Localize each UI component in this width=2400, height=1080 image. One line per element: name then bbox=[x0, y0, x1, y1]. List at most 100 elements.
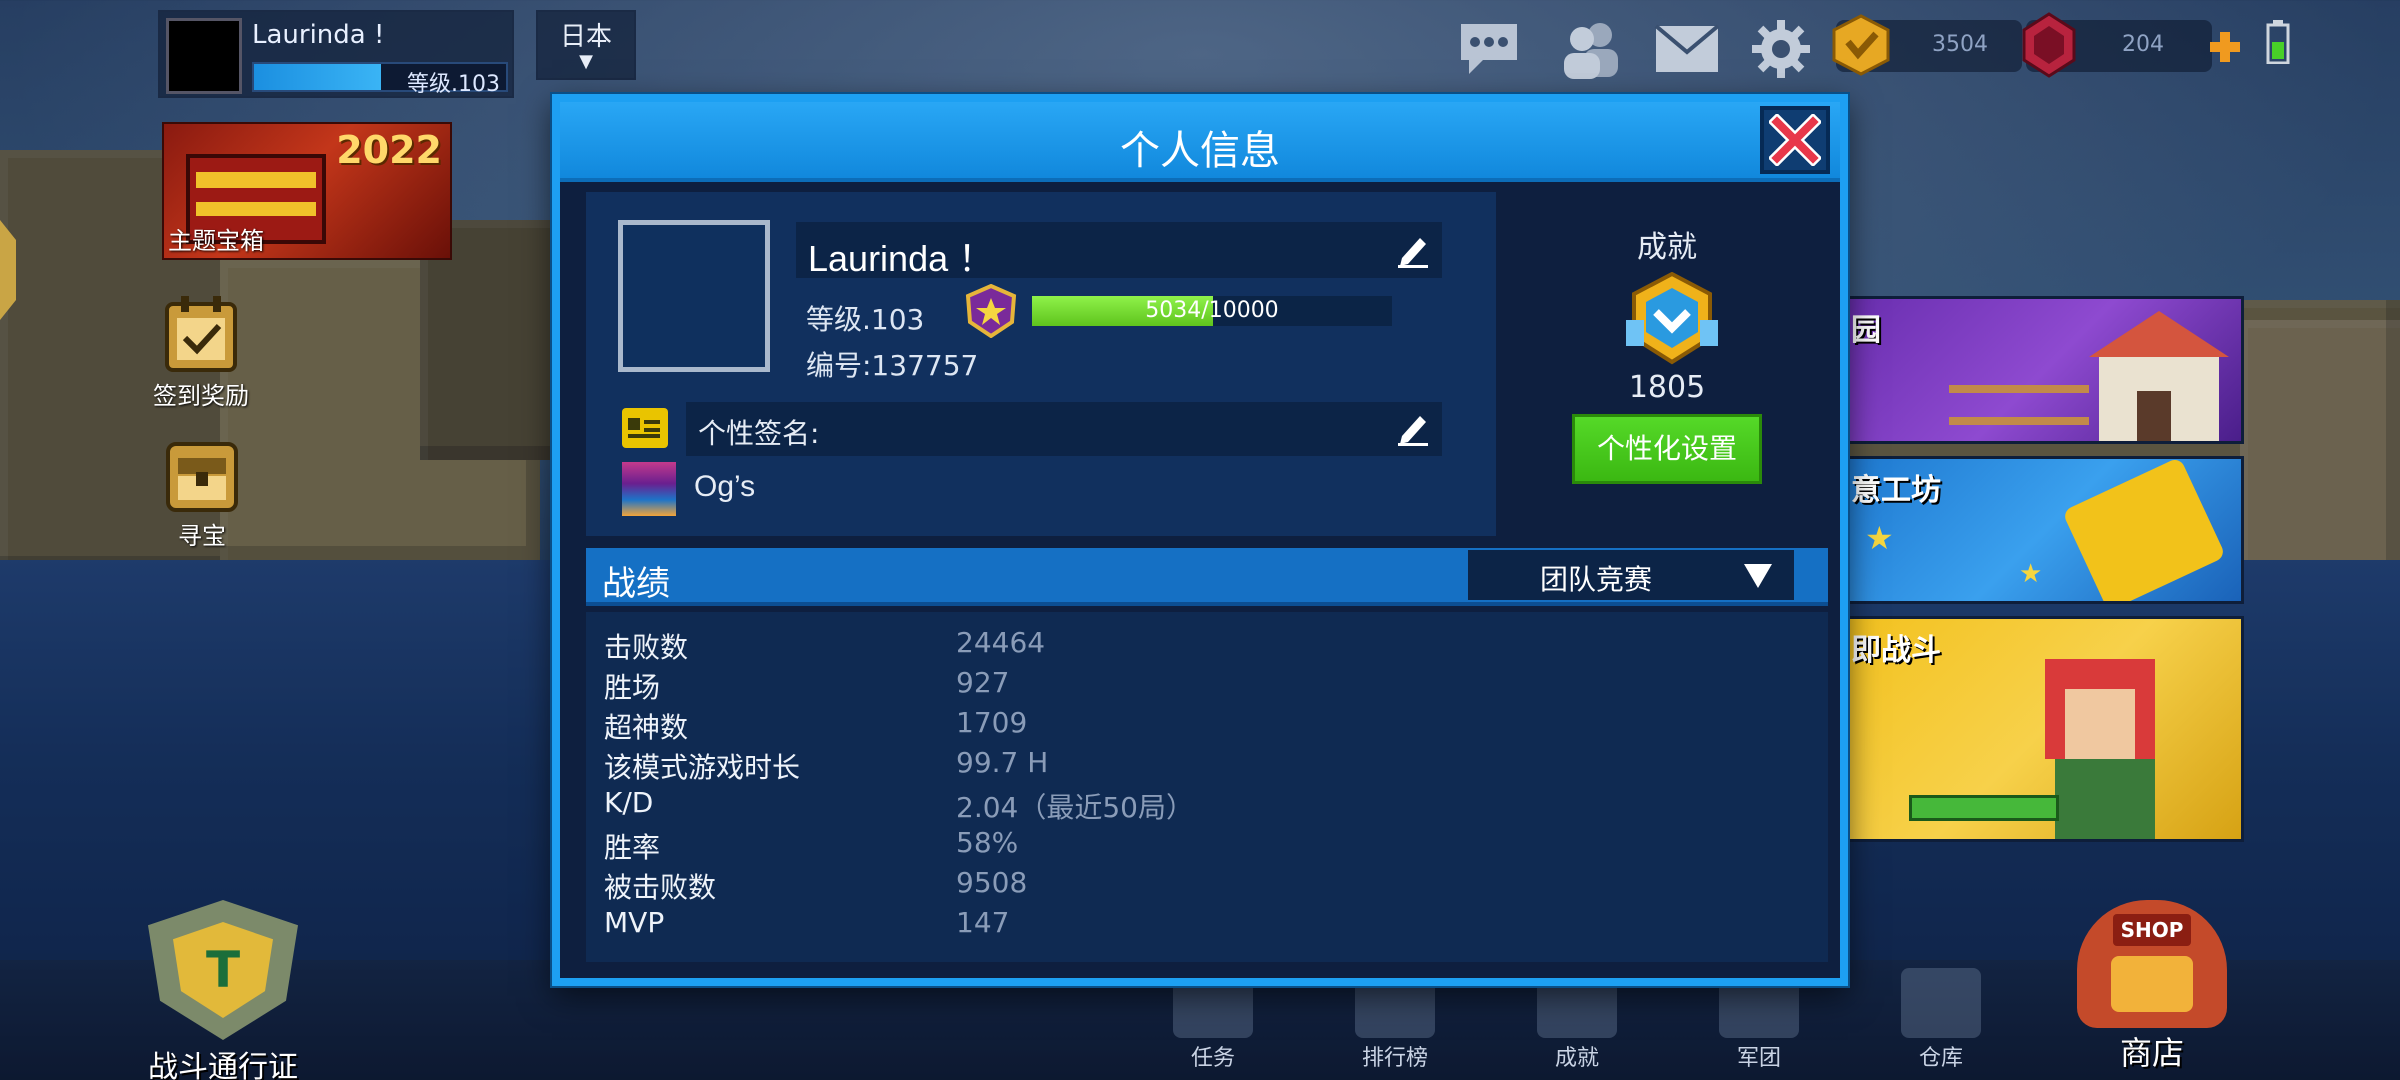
stat-row: 该模式游戏时长 99.7 H bbox=[604, 742, 1804, 784]
modal-title: 个人信息 bbox=[1120, 128, 1280, 174]
calendar-check-icon bbox=[161, 294, 241, 376]
player-name: Laurinda ! bbox=[252, 20, 385, 50]
chat-icon[interactable] bbox=[1454, 14, 1524, 84]
battle-pass-button[interactable]: T 战斗通行证 bbox=[138, 900, 308, 1080]
stats-title: 战绩 bbox=[602, 564, 670, 604]
shop-label: 商店 bbox=[2119, 1034, 2184, 1072]
stat-row: 胜率 58% bbox=[604, 822, 1804, 864]
stat-label: 胜场 bbox=[604, 671, 661, 704]
stat-value: 58% bbox=[956, 826, 1019, 859]
nav-missions-label: 任务 bbox=[1190, 1046, 1235, 1071]
profile-level: 等级.103 bbox=[806, 303, 925, 336]
shop-tag: SHOP bbox=[2113, 914, 2191, 946]
stat-label: 胜率 bbox=[604, 831, 661, 864]
nav-achievements-label: 成就 bbox=[1554, 1046, 1599, 1071]
level-progress-fill bbox=[254, 64, 381, 90]
stat-row: 击败数 24464 bbox=[604, 622, 1804, 664]
region-label: 日本 bbox=[559, 22, 612, 52]
modal-header: 个人信息 bbox=[560, 102, 1840, 182]
stats-table: 击败数 24464 胜场 927 超神数 1709 该模式游戏时长 99.7 H… bbox=[586, 612, 1828, 962]
xp-progress-bar: 5034/10000 bbox=[1032, 296, 1392, 326]
nav-legion-label: 军团 bbox=[1736, 1046, 1781, 1071]
dropdown-triangle-icon bbox=[1742, 560, 1774, 590]
mode-card-workshop[interactable]: ★ ★ 意工坊 bbox=[1846, 456, 2244, 604]
fence-illustration bbox=[1949, 385, 2089, 425]
mode-card-home[interactable]: 园 bbox=[1846, 296, 2244, 444]
profile-avatar[interactable] bbox=[618, 220, 770, 372]
nav-warehouse-label: 仓库 bbox=[1918, 1046, 1963, 1071]
edit-signature-pencil-icon[interactable] bbox=[1396, 410, 1430, 446]
personal-info-modal: 个人信息 Laurinda ！ 等级.103 5034/10000 编号:137… bbox=[552, 94, 1848, 986]
stats-header: 战绩 团队竞赛 bbox=[586, 548, 1828, 606]
stat-value: 927 bbox=[956, 666, 1010, 699]
coin-icon bbox=[1830, 14, 1892, 76]
stat-row: K/D 2.04（最近50局） bbox=[604, 782, 1804, 824]
mode-card-quick-battle-title: 即战斗 bbox=[1851, 633, 1941, 668]
clan-emblem-icon bbox=[622, 462, 676, 516]
achievement-medal-icon bbox=[1624, 271, 1720, 368]
achievement-title: 成就 bbox=[1637, 230, 1697, 265]
close-icon bbox=[1769, 114, 1821, 166]
mail-icon[interactable] bbox=[1652, 14, 1722, 84]
gem-amount: 204 bbox=[2122, 32, 2164, 57]
stat-label: 被击败数 bbox=[604, 871, 717, 904]
player-profile-chip[interactable]: Laurinda ! 等级.103 bbox=[158, 10, 514, 98]
treasure-hunt-label: 寻宝 bbox=[178, 522, 226, 550]
star-icon: ★ bbox=[1865, 519, 1894, 557]
theme-chest-button[interactable]: 2022 主题宝箱 bbox=[162, 122, 452, 260]
stat-row: 胜场 927 bbox=[604, 662, 1804, 704]
game-mode-selected: 团队竞赛 bbox=[1539, 563, 1652, 596]
level-progress-bar: 等级.103 bbox=[252, 62, 508, 97]
weapon-illustration bbox=[1909, 795, 2059, 821]
close-button[interactable] bbox=[1760, 106, 1830, 174]
name-field: Laurinda ！ bbox=[796, 222, 1442, 279]
nav-leaderboard-label: 排行榜 bbox=[1361, 1046, 1428, 1071]
stat-value: 2.04（最近50局） bbox=[956, 791, 1194, 824]
battle-pass-shield-icon: T bbox=[148, 900, 298, 1040]
checkin-reward-button[interactable]: 签到奖励 bbox=[144, 294, 258, 411]
shop-icon: SHOP bbox=[2077, 900, 2227, 1028]
settings-gear-icon[interactable] bbox=[1746, 14, 1816, 84]
shop-button[interactable]: SHOP 商店 bbox=[2068, 900, 2236, 1074]
friends-icon[interactable] bbox=[1556, 14, 1626, 84]
coin-counter: 3504 bbox=[1832, 14, 2022, 76]
clan-name: Og’s bbox=[694, 470, 756, 503]
stat-value: 9508 bbox=[956, 866, 1028, 899]
player-id: 编号:137757 bbox=[806, 349, 979, 382]
stat-label: 击败数 bbox=[604, 631, 689, 664]
stat-value: 1709 bbox=[956, 706, 1028, 739]
mode-card-workshop-title: 意工坊 bbox=[1851, 473, 1941, 508]
player-info-panel: Laurinda ！ 等级.103 5034/10000 编号:137757 个… bbox=[586, 192, 1496, 536]
stat-value: 99.7 H bbox=[956, 746, 1049, 779]
profile-name: Laurinda ！ bbox=[808, 238, 995, 279]
stat-label: MVP bbox=[604, 906, 665, 939]
warehouse-house-icon bbox=[1901, 968, 1981, 1038]
treasure-chest-icon bbox=[162, 436, 242, 516]
edit-name-pencil-icon[interactable] bbox=[1396, 232, 1430, 268]
nav-warehouse[interactable]: 仓库 bbox=[1886, 968, 1996, 1072]
signature-field: 个性签名: bbox=[686, 402, 1442, 456]
battery-icon bbox=[2266, 20, 2290, 65]
house-illustration bbox=[2079, 311, 2239, 441]
stat-label: 超神数 bbox=[604, 711, 689, 744]
treasure-hunt-button[interactable]: 寻宝 bbox=[150, 436, 254, 551]
achievement-points: 1805 bbox=[1628, 370, 1706, 405]
customize-button[interactable]: 个性化设置 bbox=[1572, 414, 1762, 484]
star-icon: ★ bbox=[2019, 559, 2043, 589]
cannon-illustration bbox=[2061, 459, 2227, 601]
checkin-reward-label: 签到奖励 bbox=[153, 382, 249, 410]
gem-counter: 204 bbox=[2022, 12, 2212, 78]
stat-value: 24464 bbox=[956, 626, 1046, 659]
fist-icon bbox=[2111, 956, 2193, 1012]
region-selector[interactable]: 日本 ▼ bbox=[536, 10, 636, 80]
add-currency-plus-icon[interactable] bbox=[2208, 30, 2242, 64]
battle-pass-label: 战斗通行证 bbox=[148, 1050, 298, 1080]
avatar bbox=[166, 18, 242, 94]
mode-card-quick-battle[interactable]: 即战斗 bbox=[1846, 616, 2244, 842]
theme-chest-year: 2022 bbox=[336, 128, 442, 172]
stat-row: MVP 147 bbox=[604, 902, 1804, 942]
game-mode-dropdown[interactable]: 团队竞赛 bbox=[1468, 550, 1794, 600]
stat-row: 被击败数 9508 bbox=[604, 862, 1804, 904]
chevron-down-icon: ▼ bbox=[579, 51, 593, 72]
mode-card-home-title: 园 bbox=[1851, 313, 1881, 348]
